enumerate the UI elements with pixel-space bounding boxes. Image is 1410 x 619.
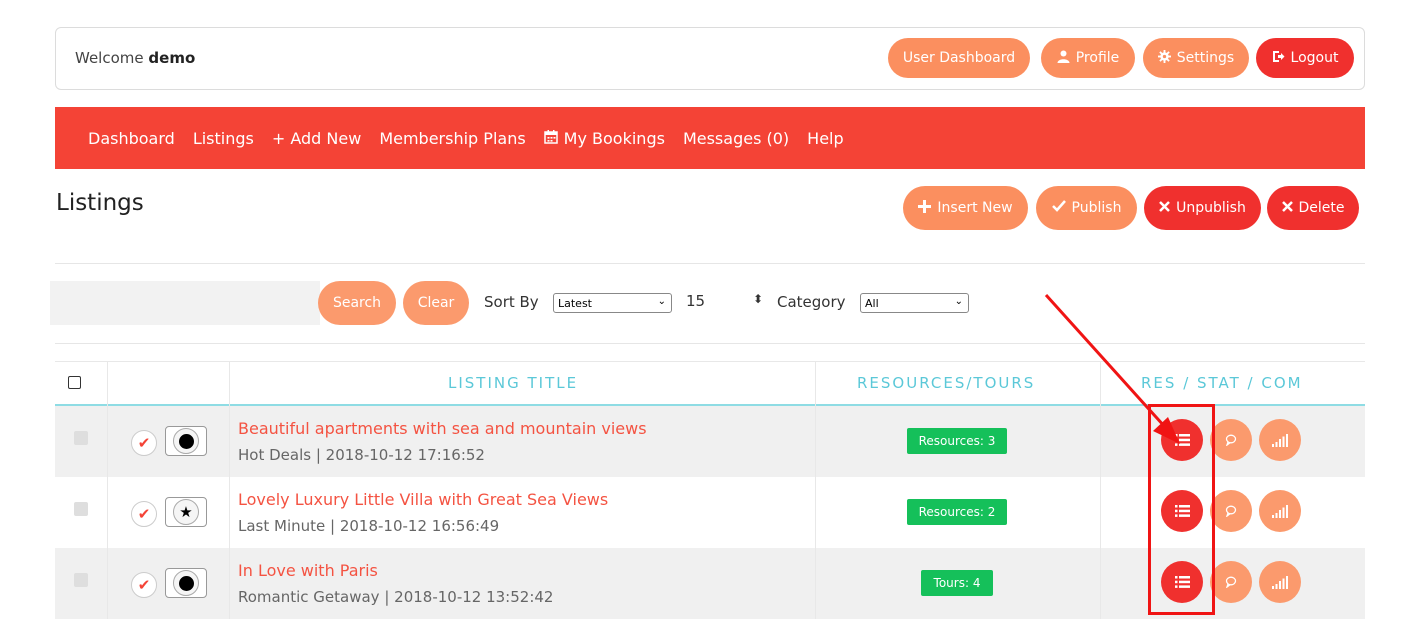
annotation-arrow-icon [1044,293,1180,444]
